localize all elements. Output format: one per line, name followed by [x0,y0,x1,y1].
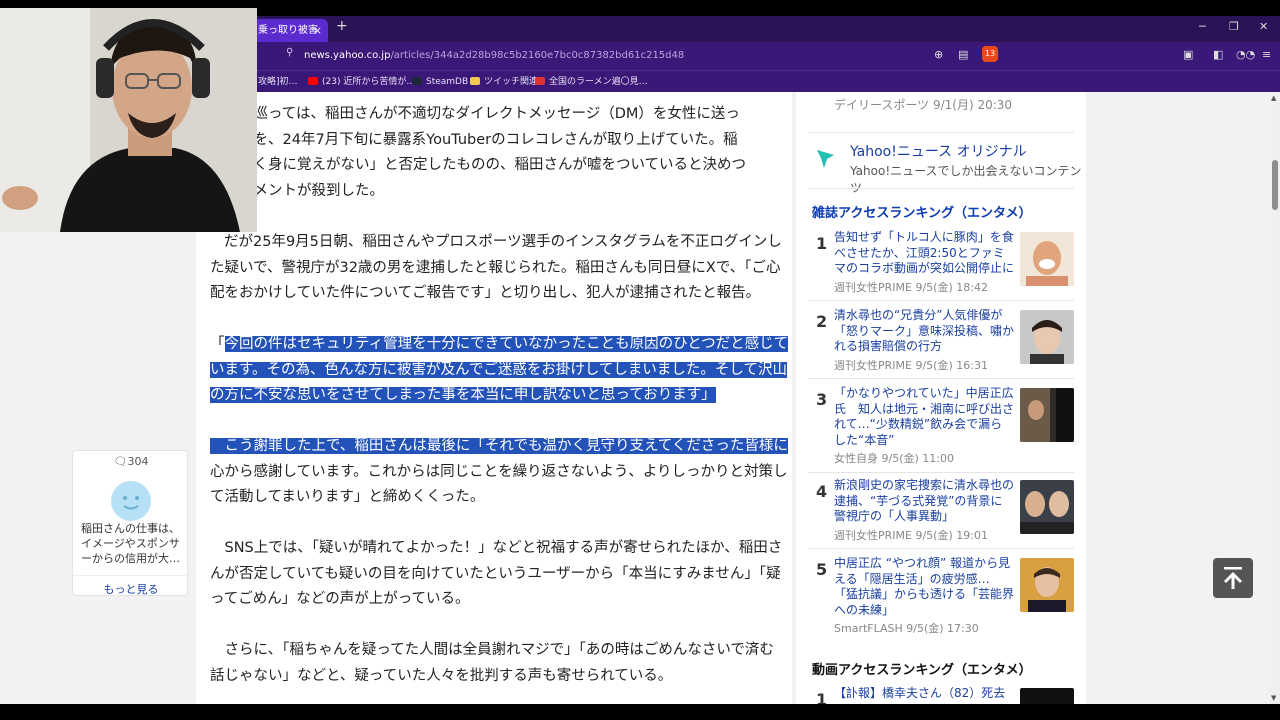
scrollbar[interactable]: ▲ ▼ [1270,92,1280,704]
selected-text: 今回の件はセキュリティ管理を十分にできていなかったことも原因のひとつだと感じて [224,336,789,352]
bookmark-item[interactable]: 全国のラーメン遍〇見… [535,74,648,90]
ranking-thumbnail[interactable] [1020,480,1074,534]
divider [808,300,1074,301]
divider [808,378,1074,379]
scroll-up-icon[interactable]: ▲ [1271,94,1276,102]
url-host: news.yahoo.co.jp [304,50,391,61]
ranking-title[interactable]: 中居正広 “やつれ顔” 報道から見える「隠居生活」の疲労感… 「猛抗議」からも透… [834,556,1014,618]
ranking-title[interactable]: 新浪剛史の家宅捜索に清水尋也の逮捕、“芋づる式発覚”の背景に警視庁の「人事異動」 [834,478,1014,525]
tab-active[interactable]: 乗っ取り被害 × [252,19,328,42]
yahoo-original-link[interactable]: Yahoo!ニュース オリジナル [850,141,1027,161]
close-tab-icon[interactable]: × [313,19,322,42]
taskbar-strip [0,704,1280,720]
divider [808,548,1074,549]
ranking-item[interactable]: 4 新浪剛史の家宅捜索に清水尋也の逮捕、“芋づる式発覚”の背景に警視庁の「人事異… [812,478,1074,544]
new-tab-button[interactable]: + [336,18,348,34]
comment-count: 🗨304 [113,455,149,468]
bookmark-item[interactable]: (23) 近所から苦情が… [308,74,415,90]
site-info-icon[interactable]: ⚲ [286,47,293,58]
article-paragraph: さらに、「稲ちゃんを疑ってた人間は全員謝れマジで」「あの時はごめんなさいで済む … [210,642,774,684]
news-meta: デイリースポーツ 9/1(月) 20:30 [834,98,1013,112]
more-comments-link[interactable]: もっと見る [73,575,189,597]
bookmark-item[interactable]: SteamDB [412,74,468,90]
video-ranking-title: 動画アクセスランキング（エンタメ） [812,663,1032,678]
profile-icon[interactable]: ◔◔ [1236,48,1255,61]
ranking-item[interactable]: 1 告知せず「トルコ人に豚肉」を食べさせたか、江頭2:50とファミマのコラボ動画… [812,230,1074,296]
video-thumbnail[interactable] [1020,688,1074,704]
ranking-item[interactable]: 2 清水尋也の“兄貴分”人気俳優が「怒りマーク」意味深投稿、嘯かれる損害賠償の行… [812,308,1074,374]
selected-text: の方に不安な思いをさせてしまった事を本当に申し訳ないと思っております」 [210,387,716,403]
back-to-top-button[interactable] [1213,558,1253,598]
yahoo-original-icon [817,150,834,168]
divider [808,132,1074,133]
url-path: /articles/344a2d28b98c5b2160e7bc0c87382b… [390,50,685,61]
ranking-thumbnail[interactable] [1020,232,1074,286]
scroll-down-icon[interactable]: ▼ [1271,694,1276,702]
scrollbar-thumb[interactable] [1272,160,1278,210]
ranking-title[interactable]: 告知せず「トルコ人に豚肉」を食べさせたか、江頭2:50とファミマのコラボ動画が突… [834,230,1014,277]
minimize-icon[interactable]: ─ [1199,20,1206,33]
folder-icon [470,77,480,85]
close-window-icon[interactable]: ✕ [1259,20,1268,33]
article-paragraph-selected[interactable]: 「今回の件はセキュリティ管理を十分にできていなかったことも原因のひとつだと感じて… [210,332,789,511]
ranking-thumbnail[interactable] [1020,310,1074,364]
smiley-icon [111,481,151,521]
bookmark-item[interactable]: 攻略]初… [258,74,298,90]
comment-card[interactable]: 🗨304 稲田さんの仕事は、イメージやスポンサーからの信用が大… もっと見る [72,450,189,597]
divider [808,188,1074,189]
menu-icon[interactable]: ≡ [1262,48,1271,61]
zoom-icon[interactable]: ⊕ [934,48,943,61]
ranking-thumbnail[interactable] [1020,388,1074,442]
webcam-overlay [0,8,257,232]
ranking-item[interactable]: 5 中居正広 “やつれ顔” 報道から見える「隠居生活」の疲労感… 「猛抗議」から… [812,556,1074,636]
comment-icon: 🗨 [113,455,128,468]
yahoo-original-subtitle: Yahoo!ニュースでしか出会えないコンテンツ [850,164,1082,195]
bookmark-folder[interactable]: ツイッチ関連 [470,74,538,90]
shields-icon[interactable]: 13 [982,46,998,62]
arrow-up-to-top-icon [1224,567,1242,589]
ramen-site-icon [535,77,545,85]
maximize-icon[interactable]: ❐ [1229,20,1239,33]
screen: 乗っ取り被害 × + ─ ❐ ✕ news.yahoo.co.jp/articl… [0,0,1280,720]
url-field[interactable]: news.yahoo.co.jp/articles/344a2d28b98c5b… [280,46,1000,66]
sidebar: デイリースポーツ 9/1(月) 20:30 Yahoo!ニュース オリジナル Y… [796,92,1086,704]
article-paragraph: 問題を巡っては、稲田さんが不適切なダイレクトメッセージ（DM）を女性に送っ う疑… [210,106,747,199]
divider [808,472,1074,473]
youtube-icon [308,77,318,85]
video-ranking-item[interactable]: 1 【訃報】橋幸夫さん（82）死去 [812,686,1074,704]
magazine-ranking-title: 雑誌アクセスランキング（エンタメ） [812,206,1032,221]
article-paragraph: SNS上では、「疑いが晴れてよかった！」などと祝福する声が寄せられたほか、稲田さ… [210,540,783,607]
sidebar-icon[interactable]: ◧ [1213,48,1223,61]
ranking-title[interactable]: 【訃報】橋幸夫さん（82）死去 [834,686,1014,702]
article-paragraph: だが25年9月5日朝、稲田さんやプロスポーツ選手のインスタグラムを不正ログインし… [210,234,782,301]
wallet-icon[interactable]: ▣ [1183,48,1193,61]
streamer-camera-image [0,8,257,232]
comment-preview: 稲田さんの仕事は、イメージやスポンサーからの信用が大… [81,522,180,565]
ranking-title[interactable]: 「かなりやつれていた」中居正広氏 知人は地元・湘南に呼び出されて…“少数精鋭”飲… [834,386,1014,448]
ranking-title[interactable]: 清水尋也の“兄貴分”人気俳優が「怒りマーク」意味深投稿、嘯かれる損害賠償の行方 [834,308,1014,355]
steam-icon [412,77,422,85]
tab-title: 乗っ取り被害 [258,25,318,36]
ranking-item[interactable]: 3 「かなりやつれていた」中居正広氏 知人は地元・湘南に呼び出されて…“少数精鋭… [812,386,1074,468]
article-body: 問題を巡っては、稲田さんが不適切なダイレクトメッセージ（DM）を女性に送っ う疑… [196,92,792,704]
selected-text: います。その為、色んな方に被害が及んでご迷惑をお掛けしてしまいました。そして沢山 [210,361,787,378]
reader-mode-icon[interactable]: ▤ [958,48,968,61]
ranking-thumbnail[interactable] [1020,558,1074,612]
selected-text: こう謝罪した上で、稲田さんは最後に「それでも温かく見守り支えてくださった皆様に [210,438,788,454]
